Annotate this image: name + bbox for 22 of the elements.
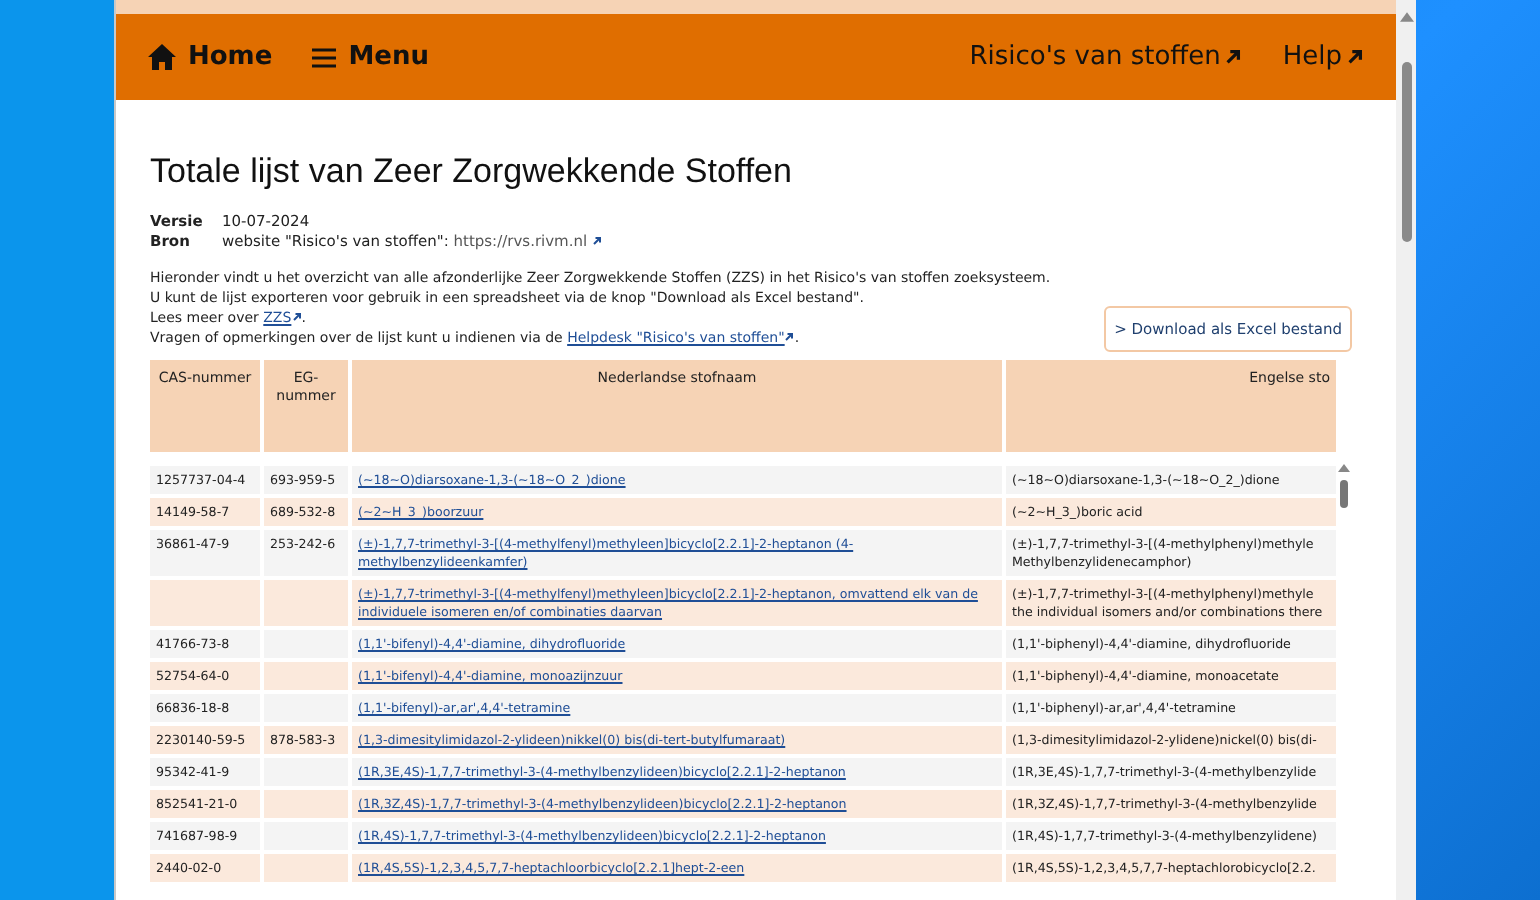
scrollbar-thumb[interactable] xyxy=(1340,480,1348,508)
external-link-icon xyxy=(1224,48,1243,66)
page-title: Totale lijst van Zeer Zorgwekkende Stoffen xyxy=(150,152,794,192)
eg-cell xyxy=(264,854,348,882)
nav-link[interactable]: Help xyxy=(1282,42,1364,72)
cas-cell xyxy=(150,580,260,626)
eg-cell xyxy=(264,662,348,690)
external-link-icon xyxy=(591,236,602,246)
home-icon xyxy=(148,44,176,70)
page-scrollbar[interactable] xyxy=(1396,0,1416,900)
external-link-icon xyxy=(291,312,302,322)
home-link[interactable]: Home xyxy=(148,42,273,72)
external-link-icon xyxy=(784,332,795,342)
menu-icon xyxy=(312,47,337,67)
eg-cell xyxy=(264,580,348,626)
scrollbar-thumb[interactable] xyxy=(1401,62,1411,242)
scroll-up-arrow-icon[interactable] xyxy=(1338,464,1350,472)
scroll-up-arrow-icon[interactable] xyxy=(1399,12,1413,22)
external-link-icon xyxy=(1346,48,1364,66)
eg-cell xyxy=(264,790,348,818)
menu-link[interactable]: Menu xyxy=(312,42,429,72)
nav-link[interactable]: Risico's van stoffen xyxy=(969,42,1243,72)
